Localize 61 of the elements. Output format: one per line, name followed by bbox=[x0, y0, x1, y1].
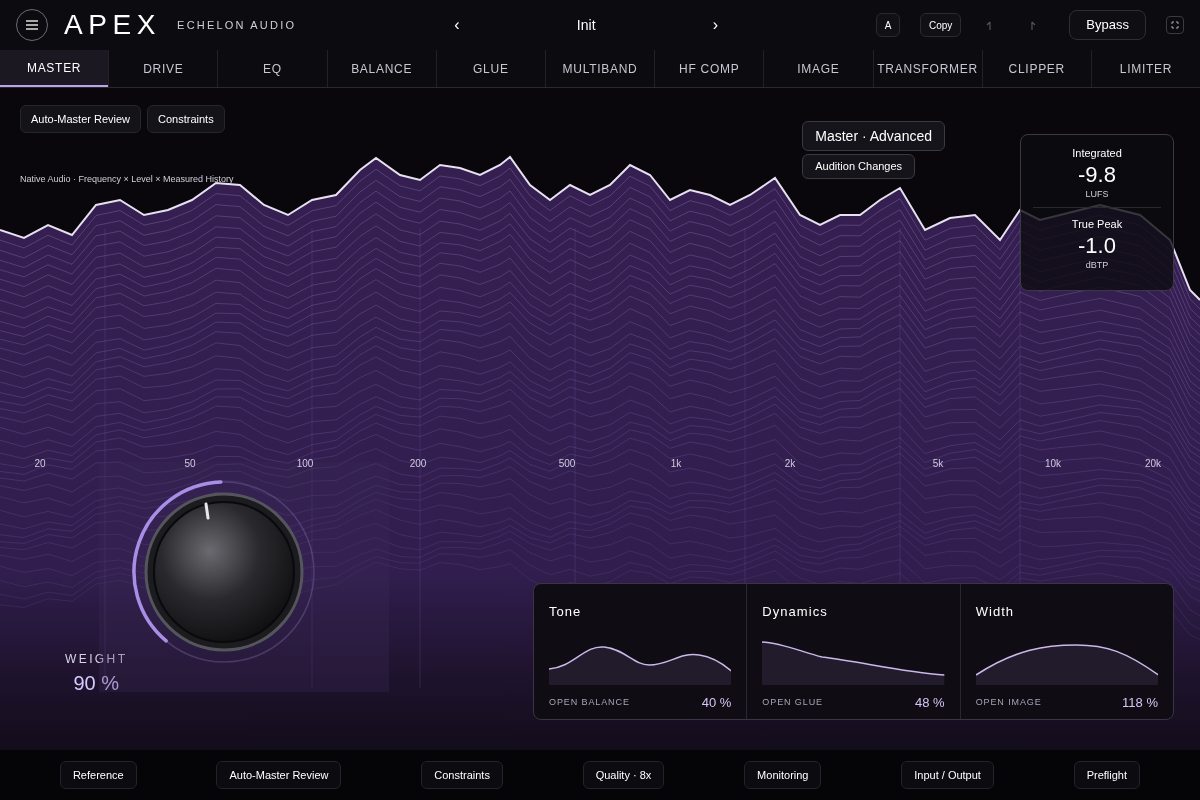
weight-value: 90 % bbox=[73, 671, 119, 696]
previous-preset-button[interactable]: ‹ bbox=[446, 13, 468, 37]
frequency-label: 1k bbox=[670, 457, 682, 471]
tab[interactable]: DRIVE bbox=[108, 50, 218, 87]
tab[interactable]: LIMITER bbox=[1090, 50, 1200, 87]
brand-name: ECHELON AUDIO bbox=[177, 17, 297, 33]
tab[interactable]: MASTER bbox=[0, 50, 109, 87]
toolbar-button[interactable]: Constraints bbox=[147, 105, 225, 133]
frequency-label: 20k bbox=[1144, 457, 1162, 471]
next-preset-button[interactable]: › bbox=[704, 13, 727, 37]
frequency-label: 5k bbox=[932, 457, 944, 471]
meter-value: -1.0 bbox=[1078, 232, 1116, 259]
meter-value: -9.8 bbox=[1078, 161, 1116, 188]
spectrum-caption: Native Audio · Frequency × Level × Measured History bbox=[20, 173, 234, 186]
tab[interactable]: MULTIBAND bbox=[544, 50, 655, 87]
macro-value: 48 % bbox=[915, 693, 945, 712]
tab[interactable]: HF COMP bbox=[654, 50, 764, 87]
meter-unit: dBTP bbox=[1085, 258, 1109, 272]
copy-button[interactable]: Copy bbox=[920, 13, 962, 37]
fullscreen-button[interactable] bbox=[1166, 16, 1184, 34]
expand-icon bbox=[1171, 21, 1179, 29]
frequency-label: 10k bbox=[1044, 457, 1062, 471]
frequency-label: 100 bbox=[296, 457, 314, 471]
tab[interactable]: IMAGE bbox=[763, 50, 873, 87]
meter-label: Integrated bbox=[1072, 146, 1122, 161]
footer-button[interactable]: Reference bbox=[59, 761, 137, 789]
toolbar-button[interactable]: Auto-Master Review bbox=[20, 105, 142, 133]
meter-unit: LUFS bbox=[1085, 187, 1109, 201]
tab[interactable]: BALANCE bbox=[326, 50, 436, 87]
macro-link[interactable]: OPEN BALANCE bbox=[549, 695, 630, 709]
frequency-label: 200 bbox=[409, 457, 427, 471]
macro-title: Width bbox=[975, 603, 1016, 621]
footer-button[interactable]: Constraints bbox=[421, 761, 503, 789]
preset-name[interactable]: Init bbox=[576, 14, 596, 36]
macro-link[interactable]: OPEN GLUE bbox=[762, 695, 823, 709]
tab[interactable]: TRANSFORMER bbox=[872, 50, 982, 87]
ab-button[interactable]: A bbox=[876, 13, 900, 37]
weight-label: WEIGHT bbox=[65, 651, 128, 668]
macro-value: 40 % bbox=[701, 693, 732, 712]
footer-button[interactable]: Auto-Master Review bbox=[216, 761, 342, 789]
footer-button[interactable]: Input / Output bbox=[901, 761, 994, 789]
footer-button[interactable]: Quality · 8x bbox=[582, 761, 665, 789]
menu-icon bbox=[25, 19, 39, 31]
frequency-label: 2k bbox=[784, 457, 796, 471]
macro-title: Dynamics bbox=[762, 603, 829, 621]
audition-button[interactable]: Audition Changes bbox=[802, 154, 916, 179]
tab[interactable]: EQ bbox=[217, 50, 327, 87]
footer-button[interactable]: Monitoring bbox=[744, 761, 822, 789]
footer-button[interactable]: Preflight bbox=[1073, 761, 1141, 789]
frequency-label: 50 bbox=[184, 457, 196, 471]
tab[interactable]: CLIPPER bbox=[981, 50, 1091, 87]
mode-button[interactable]: Master · Advanced bbox=[802, 121, 945, 151]
tab[interactable]: GLUE bbox=[435, 50, 545, 87]
frequency-label: 20 bbox=[34, 457, 46, 471]
macro-value: 118 % bbox=[1122, 693, 1158, 712]
app-logo: APEX bbox=[64, 8, 162, 42]
bypass-button[interactable]: Bypass bbox=[1069, 10, 1146, 40]
macro-link[interactable]: OPEN IMAGE bbox=[975, 695, 1042, 709]
meter-label: True Peak bbox=[1071, 217, 1123, 232]
frequency-label: 500 bbox=[558, 457, 576, 471]
macro-title: Tone bbox=[549, 603, 583, 621]
